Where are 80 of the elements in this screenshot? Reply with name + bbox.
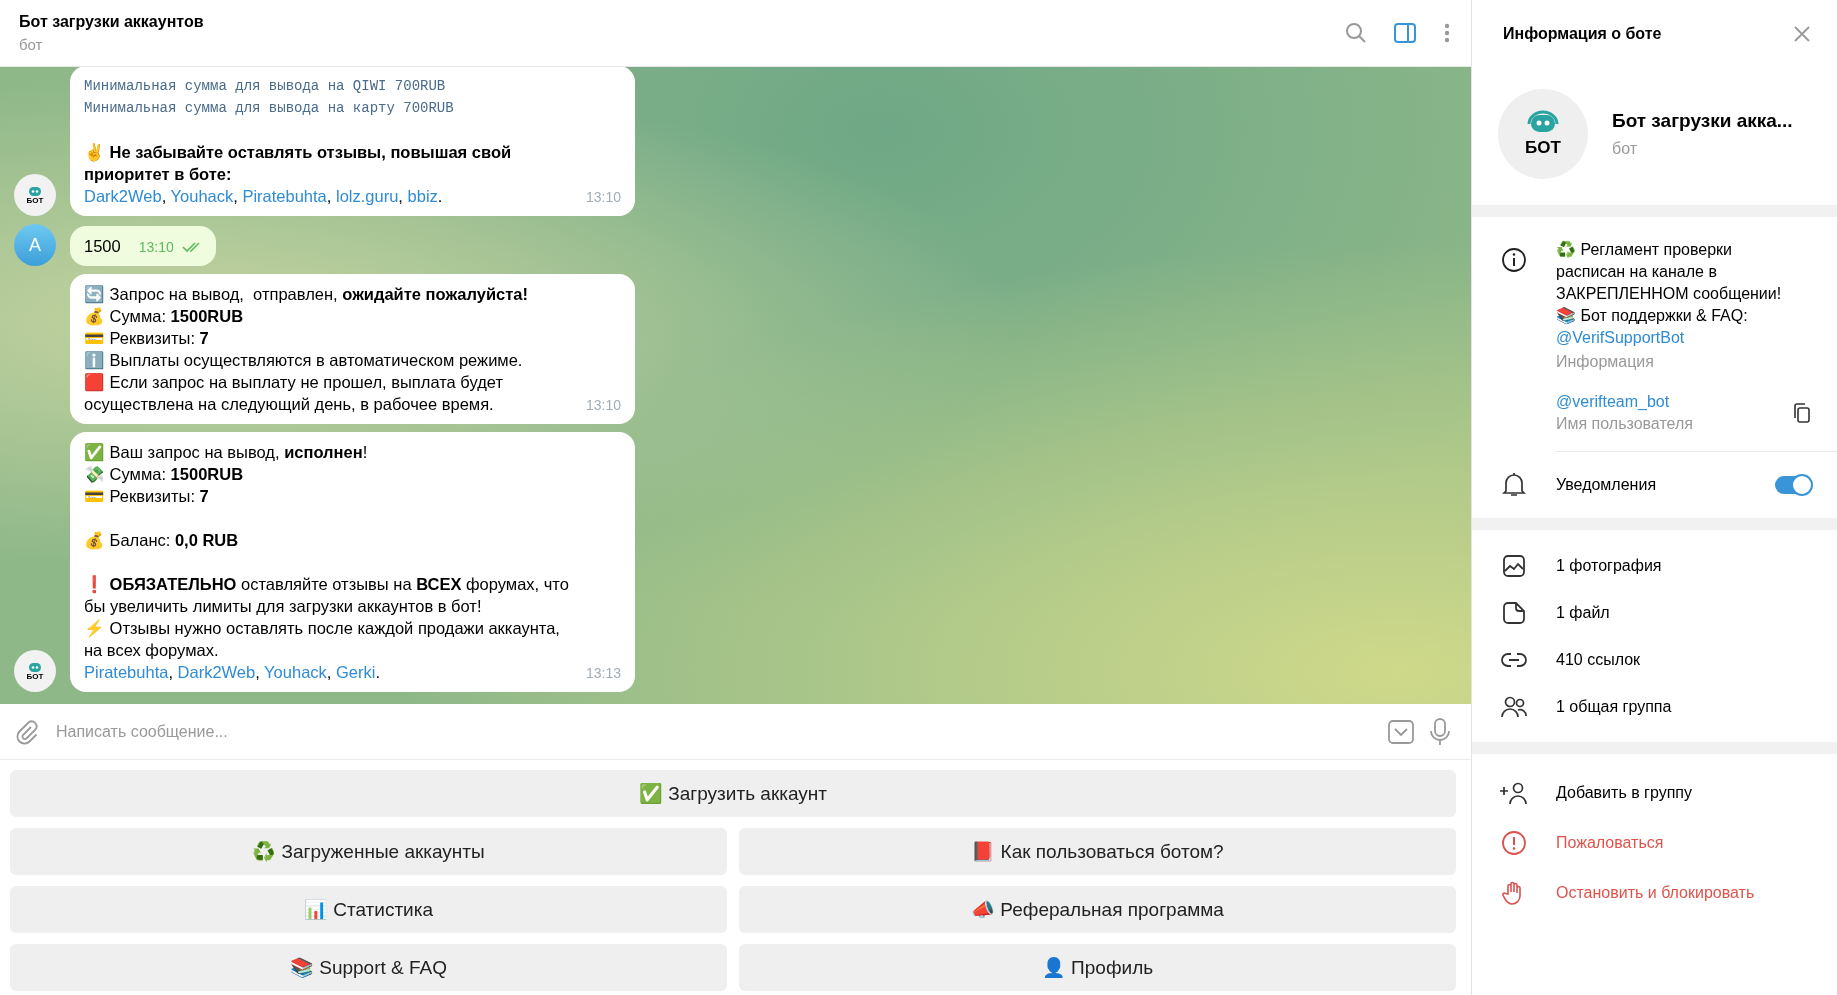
- link[interactable]: lolz.guru: [336, 187, 399, 205]
- message-text: 🟥 Если запрос на выплату не прошел, выплата будет осуществлена на следующий день, в рабочее время.: [84, 372, 504, 415]
- message-text: ℹ Выплаты осуществляются в автоматическом режиме.: [84, 350, 523, 371]
- robot-icon: [27, 661, 43, 673]
- link-icon: [1500, 650, 1528, 669]
- message-time: 13:10: [138, 238, 174, 257]
- message-input[interactable]: Написать сообщение...: [54, 721, 1373, 742]
- link[interactable]: Piratebuhta: [242, 187, 327, 205]
- message-text: 1500: [84, 236, 121, 257]
- link[interactable]: @VerifSupportBot: [1556, 329, 1685, 346]
- message-text: ⚡ Отзывы нужно оставлять после каждой продажи аккаунта, на всех форумах.: [84, 618, 561, 661]
- close-icon[interactable]: [1793, 24, 1811, 43]
- paperclip-icon[interactable]: [14, 718, 40, 745]
- link[interactable]: Youhack: [170, 187, 234, 205]
- search-icon[interactable]: [1345, 22, 1367, 44]
- more-icon[interactable]: [1443, 22, 1451, 44]
- keyboard-button[interactable]: 📊 Статистика: [10, 886, 727, 933]
- media-count[interactable]: 1 общая группа: [1556, 697, 1837, 716]
- message-text: 💸 Сумма: 1500RUB: [84, 464, 244, 485]
- link-list: Piratebuhta, Dark2Web, Youhack, Gerki.: [84, 661, 380, 683]
- message-text: 💳 Реквизиты: 7: [84, 486, 209, 507]
- message-time: 13:10: [585, 396, 621, 415]
- message-text: ✅ Ваш запрос на вывод, исполнен!: [84, 442, 368, 463]
- keyboard-button[interactable]: ✅ Загрузить аккаунт: [10, 770, 1456, 817]
- image-icon: [1502, 553, 1526, 578]
- action-item[interactable]: Остановить и блокировать: [1556, 884, 1837, 902]
- notifications-label: Уведомления: [1556, 476, 1658, 494]
- media-count[interactable]: 410 ссылок: [1556, 650, 1837, 669]
- message-text: 💰 Сумма: 1500RUB: [84, 306, 244, 327]
- media-count[interactable]: 1 фотография: [1556, 556, 1837, 575]
- link[interactable]: Dark2Web: [84, 187, 162, 205]
- message-text: 🔄 Запрос на вывод, отправлен, ожидайте пожалуйста!: [84, 284, 529, 305]
- side-panel-icon[interactable]: [1393, 22, 1417, 44]
- keyboard-button[interactable]: 📚 Support & FAQ: [10, 944, 727, 991]
- bot-name: Бот загрузки акка...: [1612, 110, 1793, 132]
- avatar-text: БОТ: [1525, 138, 1561, 158]
- link-list: Dark2Web, Youhack, Piratebuhta, lolz.guru, bbiz.: [84, 185, 443, 207]
- action-item[interactable]: Пожаловаться: [1556, 834, 1837, 852]
- media-count[interactable]: 1 файл: [1556, 603, 1837, 622]
- keyboard-button[interactable]: 📣 Реферальная программа: [739, 886, 1456, 933]
- bio-text: ♻ Регламент проверки расписан на канале в ЗАКРЕПЛЕННОМ сообщении! 📚 Бот поддержки & FAQ: @VerifSupportBot: [1556, 240, 1783, 348]
- action-item[interactable]: Добавить в группу: [1556, 784, 1837, 802]
- keyboard-button[interactable]: ♻ Загруженные аккаунты: [10, 828, 727, 875]
- warning-icon: [1501, 830, 1527, 856]
- panel-title: Информация о боте: [1503, 24, 1662, 43]
- bot-avatar[interactable]: БОТ: [14, 174, 56, 216]
- link[interactable]: Piratebuhta: [84, 663, 169, 681]
- chat-title: Бот загрузки аккаунтов: [19, 13, 204, 31]
- microphone-icon[interactable]: [1429, 716, 1451, 747]
- people-icon: [1500, 694, 1528, 719]
- keyboard-toggle-icon[interactable]: [1387, 718, 1415, 745]
- link[interactable]: Youhack: [264, 663, 327, 681]
- copy-icon[interactable]: [1793, 402, 1811, 424]
- code-line: Минимальная сумма для вывода на карту 700RUB: [84, 99, 455, 118]
- notifications-toggle[interactable]: [1775, 476, 1811, 494]
- avatar-text: БОТ: [26, 196, 44, 205]
- link[interactable]: Gerki: [336, 663, 376, 681]
- avatar-text: БОТ: [26, 672, 44, 681]
- message-time: 13:13: [585, 664, 621, 683]
- link[interactable]: bbiz: [407, 187, 438, 205]
- message-text: 💰 Баланс: 0,0 RUB: [84, 530, 239, 551]
- bio-caption: Информация: [1556, 353, 1655, 371]
- keyboard-button[interactable]: 👤 Профиль: [739, 944, 1456, 991]
- message-text: ❗ ОБЯЗАТЕЛЬНО оставляйте отзывы на ВСЕХ форумах, что бы увеличить лимиты для загрузки аккаунтов в бот!: [84, 574, 570, 617]
- code-line: Минимальная сумма для вывода на QIWI 700RUB: [84, 77, 447, 96]
- message-time: 13:10: [585, 188, 621, 207]
- username-link[interactable]: @verifteam_bot: [1556, 393, 1693, 411]
- link[interactable]: Dark2Web: [177, 663, 256, 681]
- bell-icon: [1502, 472, 1526, 498]
- info-icon: [1501, 247, 1527, 273]
- keyboard-button[interactable]: 📕 Как пользоваться ботом?: [739, 828, 1456, 875]
- message-text: ✌ Не забывайте оставлять отзывы, повышая свой приоритет в боте:: [84, 142, 513, 185]
- add-user-icon: [1499, 781, 1529, 805]
- bot-avatar[interactable]: БОТ: [14, 650, 56, 692]
- chat-subtitle: бот: [19, 36, 44, 53]
- file-icon: [1502, 600, 1526, 625]
- message-text: 💳 Реквизиты: 7: [84, 328, 209, 349]
- username-caption: Имя пользователя: [1556, 415, 1693, 433]
- bot-subtitle: бот: [1612, 140, 1639, 158]
- robot-icon: [27, 185, 43, 197]
